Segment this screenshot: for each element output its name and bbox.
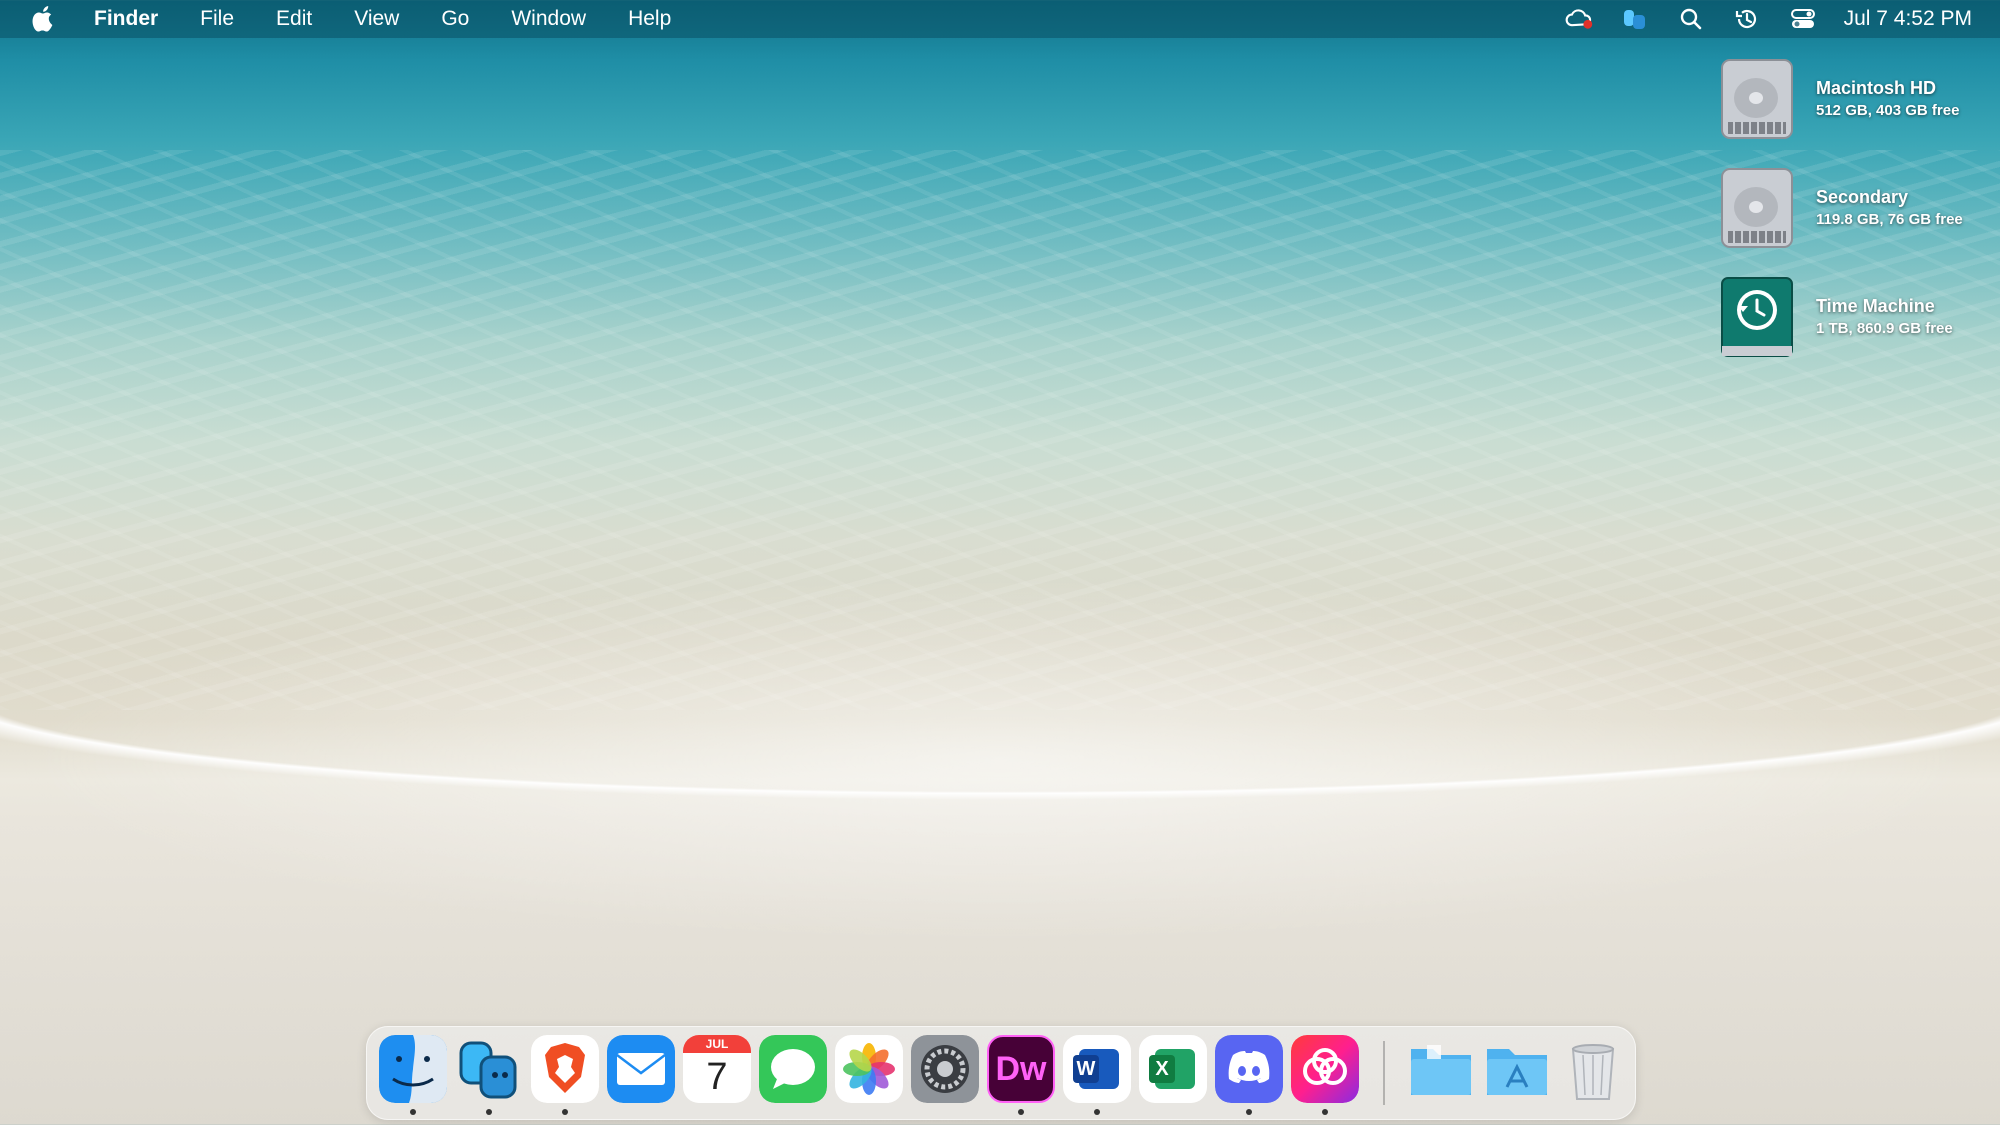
running-indicator [1322,1109,1328,1115]
menu-file[interactable]: File [200,7,234,31]
dock-applications-folder-icon[interactable] [1483,1035,1551,1103]
time-machine-drive-icon [1721,277,1793,357]
running-indicator [1094,1109,1100,1115]
disk-name: Macintosh HD [1816,78,1937,98]
running-indicator [410,1109,416,1115]
calendar-day: 7 [706,1056,728,1098]
menu-edit[interactable]: Edit [276,7,312,31]
dock-finder-icon[interactable] [379,1035,447,1103]
hard-drive-icon [1721,168,1793,248]
dock-separator [1383,1041,1385,1105]
running-indicator [1246,1109,1252,1115]
dock-word-icon[interactable]: W [1063,1035,1131,1103]
desktop-disk-time-machine[interactable]: Time Machine 1 TB, 860.9 GB free [1718,276,1988,366]
menu-bar: Finder File Edit View Go Window Help Jul… [0,0,2000,38]
menu-go[interactable]: Go [441,7,469,31]
excel-letter: X [1149,1055,1175,1083]
control-center-icon[interactable] [1788,4,1818,34]
running-indicator [486,1109,492,1115]
disk-name: Secondary [1816,187,1909,207]
disk-info: 119.8 GB, 76 GB free [1816,211,1963,228]
dock-dreamweaver-icon[interactable]: Dw [987,1035,1055,1103]
dock-trash-icon[interactable] [1559,1035,1627,1103]
disk-info: 512 GB, 403 GB free [1816,102,1960,119]
calendar-month: JUL [683,1035,751,1053]
hard-drive-icon [1721,59,1793,139]
wallpaper-water-texture [0,150,2000,710]
dock-system-preferences-icon[interactable] [911,1035,979,1103]
desktop-disk-secondary[interactable]: Secondary 119.8 GB, 76 GB free [1718,167,1988,257]
search-icon[interactable] [1676,4,1706,34]
running-indicator [1018,1109,1024,1115]
dock-blue-hands-app-icon[interactable] [455,1035,523,1103]
dock-photos-icon[interactable] [835,1035,903,1103]
dock-calendar-icon[interactable]: JUL 7 [683,1035,751,1103]
dock-messages-icon[interactable] [759,1035,827,1103]
word-letter: W [1073,1055,1099,1083]
dock-documents-folder-icon[interactable] [1407,1035,1475,1103]
desktop-disk-macintosh-hd[interactable]: Macintosh HD 512 GB, 403 GB free [1718,58,1988,148]
disk-name: Time Machine [1816,296,1935,316]
menu-help[interactable]: Help [628,7,671,31]
menu-bar-clock[interactable]: Jul 7 4:52 PM [1844,7,1972,31]
finder-app-icon[interactable] [1620,4,1650,34]
menu-window[interactable]: Window [511,7,586,31]
dock-creative-cloud-icon[interactable] [1291,1035,1359,1103]
status-area: Jul 7 4:52 PM [1564,0,2000,38]
dock-excel-icon[interactable]: X [1139,1035,1207,1103]
running-indicator [562,1109,568,1115]
creative-cloud-icon[interactable] [1564,4,1594,34]
menu-app-name[interactable]: Finder [94,7,158,31]
dock-discord-icon[interactable] [1215,1035,1283,1103]
apple-logo-icon[interactable] [32,6,56,32]
dock-brave-icon[interactable] [531,1035,599,1103]
time-machine-icon[interactable] [1732,4,1762,34]
wallpaper-surf-line [0,690,2000,850]
dock: JUL 7 Dw W X [366,1026,1636,1120]
menu-view[interactable]: View [354,7,399,31]
dock-mail-icon[interactable] [607,1035,675,1103]
disk-info: 1 TB, 860.9 GB free [1816,320,1953,337]
